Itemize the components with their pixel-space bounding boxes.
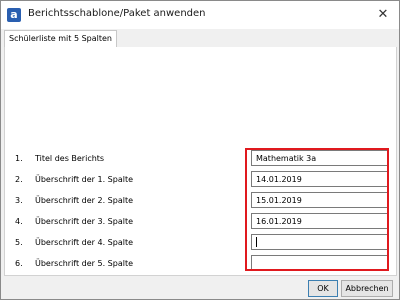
tab-schuelerliste[interactable]: Schülerliste mit 5 Spalten	[4, 30, 118, 48]
row-number: 5.	[15, 238, 23, 247]
text-cursor	[256, 237, 257, 247]
row-label: Überschrift der 2. Spalte	[35, 196, 133, 205]
column-4-heading-input[interactable]	[251, 234, 389, 250]
column-5-heading-input[interactable]	[251, 255, 389, 271]
row-label: Überschrift der 5. Spalte	[35, 259, 133, 268]
form-row: 2. Überschrift der 1. Spalte	[5, 171, 396, 189]
column-3-heading-input[interactable]	[251, 213, 389, 229]
row-label: Titel des Berichts	[35, 154, 105, 163]
cancel-button[interactable]: Abbrechen	[341, 280, 393, 297]
column-2-heading-input[interactable]	[251, 192, 389, 208]
row-label: Überschrift der 3. Spalte	[35, 217, 133, 226]
row-number: 2.	[15, 175, 23, 184]
form-row: 1. Titel des Berichts	[5, 150, 396, 168]
report-title-input[interactable]	[251, 150, 389, 166]
dialog-window: a Berichtsschablone/Paket anwenden ✕ Sch…	[0, 0, 400, 300]
row-label: Überschrift der 4. Spalte	[35, 238, 133, 247]
form-row: 3. Überschrift der 2. Spalte	[5, 192, 396, 210]
row-number: 6.	[15, 259, 23, 268]
column-1-heading-input[interactable]	[251, 171, 389, 187]
ok-button[interactable]: OK	[308, 280, 338, 297]
app-icon: a	[7, 8, 21, 22]
form-row: 6. Überschrift der 5. Spalte	[5, 255, 396, 273]
form-row: 5. Überschrift der 4. Spalte	[5, 234, 396, 252]
title-bar: a Berichtsschablone/Paket anwenden ✕	[1, 1, 399, 29]
tab-content: 1. Titel des Berichts 2. Überschrift der…	[4, 47, 397, 276]
row-number: 3.	[15, 196, 23, 205]
row-number: 1.	[15, 154, 23, 163]
row-label: Überschrift der 1. Spalte	[35, 175, 133, 184]
tab-strip: Schülerliste mit 5 Spalten	[4, 30, 396, 48]
window-title: Berichtsschablone/Paket anwenden	[28, 8, 206, 19]
close-icon[interactable]: ✕	[373, 5, 393, 25]
row-number: 4.	[15, 217, 23, 226]
form-row: 4. Überschrift der 3. Spalte	[5, 213, 396, 231]
